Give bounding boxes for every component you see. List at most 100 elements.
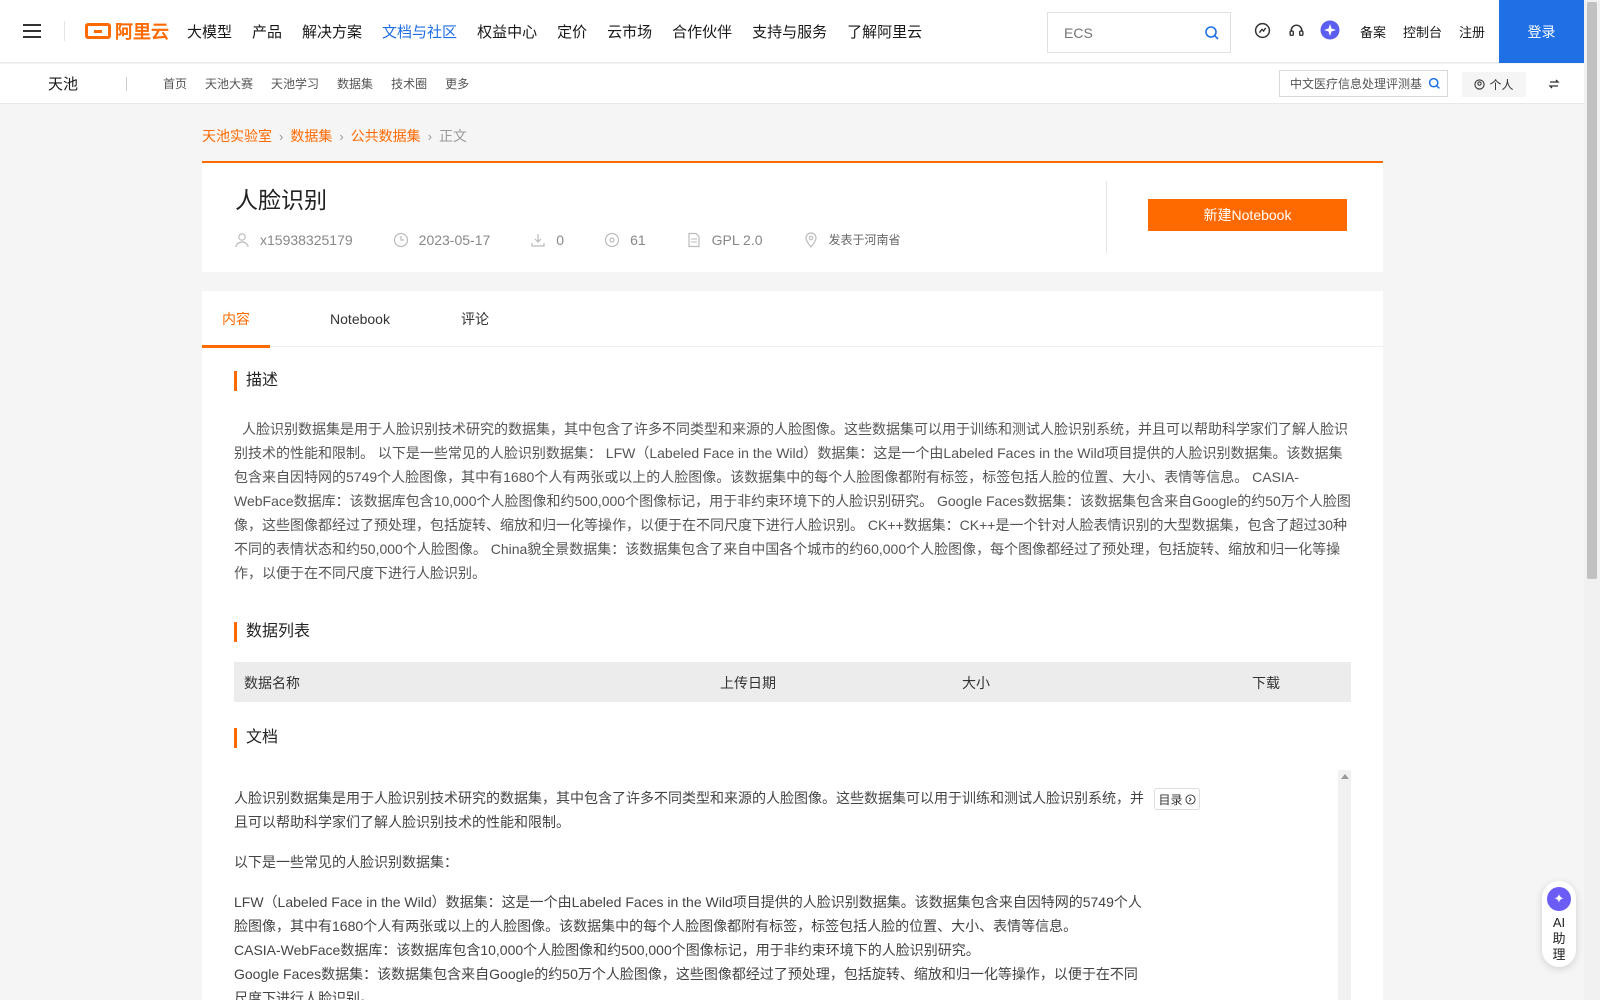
- doc-paragraph: CASIA-WebFace数据库：该数据库包含10,000个人脸图像和约500,…: [234, 942, 980, 958]
- subnav-competitions[interactable]: 天池大赛: [205, 75, 253, 92]
- subnav-datasets[interactable]: 数据集: [337, 75, 373, 92]
- ai-sparkle-icon: ✦: [1547, 887, 1571, 911]
- subnav-search-value: 中文医疗信息处理评测基: [1290, 77, 1423, 91]
- doc-paragraph: 以下是一些常见的人脸识别数据集：: [234, 854, 458, 870]
- download-count: 0: [556, 231, 565, 248]
- aliyun-logo-icon: [85, 23, 111, 39]
- ai-assistant-button[interactable]: ✦ AI助理: [1542, 881, 1576, 967]
- breadcrumb-current: 正文: [439, 128, 468, 144]
- doc-paragraph: 人脸识别数据集是用于人脸识别技术研究的数据集，其中包含了许多不同类型和来源的人脸…: [234, 790, 1144, 830]
- page-scrollbar[interactable]: [1584, 0, 1600, 1000]
- nav-item-docs-community[interactable]: 文档与社区: [382, 21, 457, 42]
- search-icon[interactable]: [1204, 25, 1220, 41]
- toc-button[interactable]: 目录: [1154, 788, 1200, 810]
- document-scrollbar[interactable]: [1338, 770, 1351, 1000]
- hamburger-icon: [23, 24, 41, 38]
- dataset-meta: x15938325179 2023-05-17 0 61 GPL 2.0 发表于…: [234, 231, 941, 248]
- content-tabs: 内容 Notebook 评论: [202, 291, 1383, 348]
- personal-button[interactable]: 个人: [1462, 72, 1526, 97]
- nav-item-llm[interactable]: 大模型: [187, 21, 232, 42]
- toc-label: 目录: [1158, 792, 1183, 807]
- logo-text: 阿里云: [115, 22, 169, 42]
- breadcrumb-datasets[interactable]: 数据集: [290, 126, 332, 146]
- subnav-more[interactable]: 更多: [445, 75, 469, 92]
- aliyun-logo[interactable]: 阿里云: [65, 18, 187, 44]
- tab-content[interactable]: 内容: [202, 291, 270, 348]
- content-card: 内容 Notebook 评论 描述 人脸识别数据集是用于人脸识别技术研究的数据集…: [202, 291, 1383, 1000]
- page-title: 人脸识别: [235, 187, 327, 213]
- subnav-tech-circle[interactable]: 技术圈: [391, 75, 427, 92]
- tianchi-subnav: 天池 首页 天池大赛 天池学习 数据集 技术圈 更多 中文医疗信息处理评测基 个…: [0, 64, 1584, 104]
- download-icon: [530, 232, 546, 248]
- main-nav: 大模型 产品 解决方案 文档与社区 权益中心 定价 云市场 合作伙伴 支持与服务…: [187, 0, 942, 63]
- login-button[interactable]: 登录: [1499, 0, 1584, 63]
- ai-assistant-label: AI助理: [1552, 915, 1566, 962]
- clock-icon: [393, 232, 409, 248]
- top-icon-group: [1252, 20, 1340, 40]
- filing-link[interactable]: 备案: [1360, 22, 1386, 41]
- nav-item-marketplace[interactable]: 云市场: [607, 21, 652, 42]
- chevron-right-icon: ›: [339, 128, 344, 144]
- description-text: 人脸识别数据集是用于人脸识别技术研究的数据集，其中包含了许多不同类型和来源的人脸…: [234, 421, 1351, 581]
- column-header-size: 大小: [962, 675, 990, 691]
- headset-icon[interactable]: [1286, 20, 1306, 40]
- divider: [126, 76, 127, 91]
- nav-item-solutions[interactable]: 解决方案: [302, 21, 362, 42]
- location: 发表于河南省: [828, 233, 901, 247]
- tab-comments[interactable]: 评论: [420, 291, 500, 347]
- author-meta: x15938325179: [234, 232, 353, 248]
- nav-item-pricing[interactable]: 定价: [557, 21, 587, 42]
- user-icon: [234, 232, 250, 248]
- downloads-meta: 0: [530, 232, 564, 248]
- switch-icon[interactable]: [1547, 77, 1561, 91]
- breadcrumb-public-datasets[interactable]: 公共数据集: [351, 126, 421, 146]
- search-icon[interactable]: [1428, 77, 1441, 90]
- dashboard-icon[interactable]: [1252, 20, 1272, 40]
- doc-paragraph: LFW（Labeled Face in the Wild）数据集：这是一个由La…: [234, 894, 1142, 934]
- data-table-header: 数据名称 上传日期 大小 下载: [234, 662, 1351, 702]
- register-link[interactable]: 注册: [1459, 22, 1485, 41]
- author-name[interactable]: x15938325179: [260, 232, 353, 248]
- ai-sparkle-icon[interactable]: [1320, 20, 1340, 40]
- tianchi-brand[interactable]: 天池: [0, 73, 126, 94]
- tab-notebook[interactable]: Notebook: [270, 291, 420, 347]
- subnav-search-input[interactable]: 中文医疗信息处理评测基: [1279, 70, 1448, 97]
- doc-paragraph: Google Faces数据集：该数据集包含来自Google的约50万个人脸图像…: [234, 966, 1138, 1000]
- top-links: 备案 控制台 注册: [1360, 0, 1485, 63]
- column-header-name: 数据名称: [244, 675, 300, 691]
- publish-date: 2023-05-17: [418, 231, 491, 248]
- nav-item-benefits[interactable]: 权益中心: [477, 21, 537, 42]
- nav-item-support[interactable]: 支持与服务: [752, 21, 827, 42]
- document-body: 人脸识别数据集是用于人脸识别技术研究的数据集，其中包含了许多不同类型和来源的人脸…: [234, 786, 1146, 1000]
- nav-item-products[interactable]: 产品: [252, 21, 282, 42]
- divider: [1106, 181, 1107, 253]
- menu-button[interactable]: [0, 0, 64, 63]
- breadcrumb: 天池实验室 › 数据集 › 公共数据集 › 正文: [202, 126, 467, 146]
- scrollbar-thumb[interactable]: [1587, 2, 1597, 579]
- subnav-learning[interactable]: 天池学习: [271, 75, 319, 92]
- location-meta: 发表于河南省: [803, 231, 901, 248]
- console-link[interactable]: 控制台: [1403, 22, 1442, 41]
- datalist-heading: 数据列表: [234, 622, 310, 642]
- document-viewer: 人脸识别数据集是用于人脸识别技术研究的数据集，其中包含了许多不同类型和来源的人脸…: [234, 770, 1351, 1000]
- user-circle-icon: [1474, 79, 1486, 90]
- license: GPL 2.0: [711, 231, 763, 248]
- location-pin-icon: [803, 231, 819, 248]
- license-meta: GPL 2.0: [686, 232, 763, 248]
- document-icon: [686, 232, 702, 248]
- views-meta: 61: [604, 232, 646, 248]
- top-search-input[interactable]: [1064, 24, 1194, 41]
- view-count: 61: [630, 231, 646, 248]
- subnav-home[interactable]: 首页: [163, 75, 187, 92]
- nav-item-partners[interactable]: 合作伙伴: [672, 21, 732, 42]
- nav-item-about[interactable]: 了解阿里云: [847, 21, 922, 42]
- column-header-upload-date: 上传日期: [720, 675, 776, 691]
- new-notebook-button[interactable]: 新建Notebook: [1148, 199, 1347, 231]
- scroll-up-icon[interactable]: [1341, 774, 1349, 779]
- dataset-header: 人脸识别 x15938325179 2023-05-17 0 61 GPL 2.…: [202, 161, 1383, 272]
- column-header-download: 下载: [1252, 675, 1280, 691]
- breadcrumb-lab[interactable]: 天池实验室: [202, 126, 272, 146]
- subnav-links: 首页 天池大赛 天池学习 数据集 技术圈 更多: [163, 75, 487, 92]
- docs-heading: 文档: [234, 728, 278, 748]
- eye-icon: [604, 232, 620, 248]
